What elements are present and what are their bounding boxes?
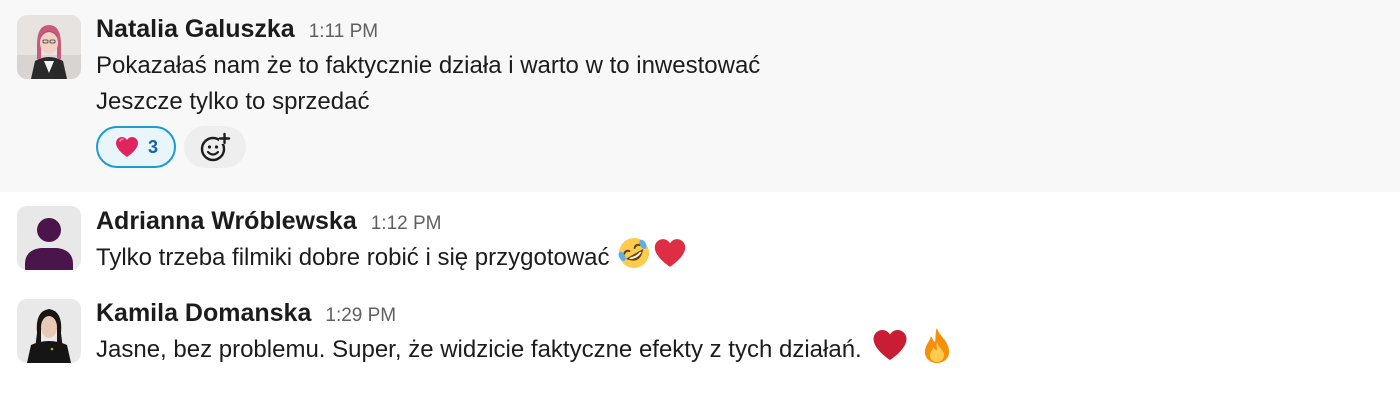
message-header: Natalia Galuszka 1:11 PM (96, 12, 1380, 48)
reactions-bar: 3 (96, 126, 1380, 168)
message-header: Kamila Domanska 1:29 PM (96, 296, 1380, 332)
message-item[interactable]: Adrianna Wróblewska 1:12 PM Tylko trzeba… (0, 192, 1400, 284)
message-text: Pokazałaś nam że to faktycznie działa i … (96, 52, 761, 79)
message-content: Kamila Domanska 1:29 PM Jasne, bez probl… (96, 296, 1380, 368)
message-content: Adrianna Wróblewska 1:12 PM Tylko trzeba… (96, 204, 1380, 276)
message-header: Adrianna Wróblewska 1:12 PM (96, 204, 1380, 240)
add-reaction-button[interactable] (184, 126, 246, 168)
rolling-on-floor-laughing-emoji (616, 235, 652, 282)
message-content: Natalia Galuszka 1:11 PM Pokazałaś nam ż… (96, 12, 1380, 168)
avatar[interactable] (17, 299, 81, 363)
user-photo-icon (17, 299, 81, 363)
user-photo-icon (17, 15, 81, 79)
message-text: Jasne, bez problemu. Super, że widzicie … (96, 336, 862, 363)
message-text: Jeszcze tylko to sprzedać (96, 88, 370, 115)
author-name[interactable]: Natalia Galuszka (96, 12, 295, 46)
red-heart-icon (873, 329, 907, 360)
rolling-laughing-icon (618, 237, 649, 268)
author-name[interactable]: Adrianna Wróblewska (96, 204, 357, 238)
red-heart-icon (115, 137, 138, 157)
red-heart-emoji (870, 327, 910, 374)
timestamp[interactable]: 1:29 PM (325, 299, 396, 333)
avatar[interactable] (17, 206, 81, 270)
red-heart-icon (654, 238, 685, 267)
message-text-line: Tylko trzeba filmiki dobre robić i się p… (96, 237, 1380, 276)
timestamp[interactable]: 1:12 PM (371, 207, 442, 241)
fire-icon (924, 327, 949, 363)
add-emoji-icon (200, 132, 231, 162)
reaction-count: 3 (147, 136, 158, 157)
default-user-icon (17, 206, 81, 270)
timestamp[interactable]: 1:11 PM (309, 15, 378, 49)
author-name[interactable]: Kamila Domanska (96, 296, 311, 330)
red-heart-emoji (652, 236, 688, 281)
message-text-line: Jasne, bez problemu. Super, że widzicie … (96, 327, 1380, 368)
reaction-heart-button[interactable]: 3 (96, 126, 176, 168)
message-item[interactable]: Kamila Domanska 1:29 PM Jasne, bez probl… (0, 284, 1400, 395)
fire-emoji (920, 326, 954, 375)
message-item[interactable]: Natalia Galuszka 1:11 PM Pokazałaś nam ż… (0, 0, 1400, 192)
message-text: Tylko trzeba filmiki dobre robić i się p… (96, 244, 610, 271)
avatar[interactable] (17, 15, 81, 79)
